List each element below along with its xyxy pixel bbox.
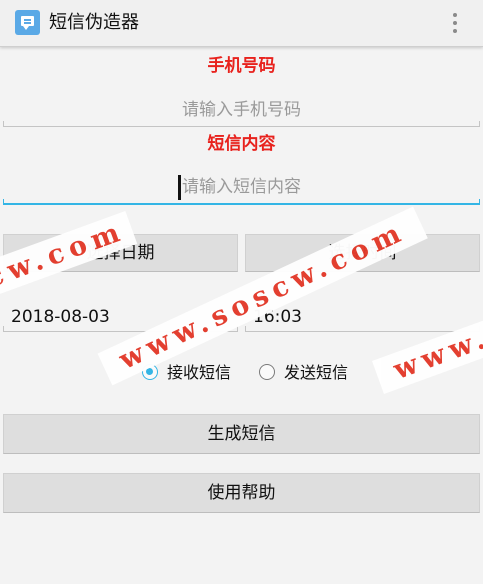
phone-label: 手机号码	[207, 56, 276, 76]
phone-input[interactable]: 请输入手机号码	[3, 94, 480, 127]
message-icon	[15, 10, 40, 35]
help-button[interactable]: 使用帮助	[3, 473, 480, 513]
text-caret	[178, 175, 181, 200]
sms-content-placeholder: 请输入短信内容	[182, 177, 301, 197]
generate-sms-button[interactable]: 生成短信	[3, 414, 480, 454]
app-bar: 短信伪造器	[0, 0, 483, 47]
app-title: 短信伪造器	[49, 12, 139, 33]
sms-content-label: 短信内容	[207, 134, 276, 154]
sms-content-input[interactable]: 请输入短信内容	[3, 171, 480, 205]
send-sms-label[interactable]: 发送短信	[284, 362, 348, 384]
phone-placeholder: 请输入手机号码	[182, 100, 301, 120]
overflow-menu-icon[interactable]	[452, 11, 458, 35]
send-sms-radio[interactable]	[259, 364, 275, 380]
receive-sms-label[interactable]: 接收短信	[167, 362, 231, 384]
